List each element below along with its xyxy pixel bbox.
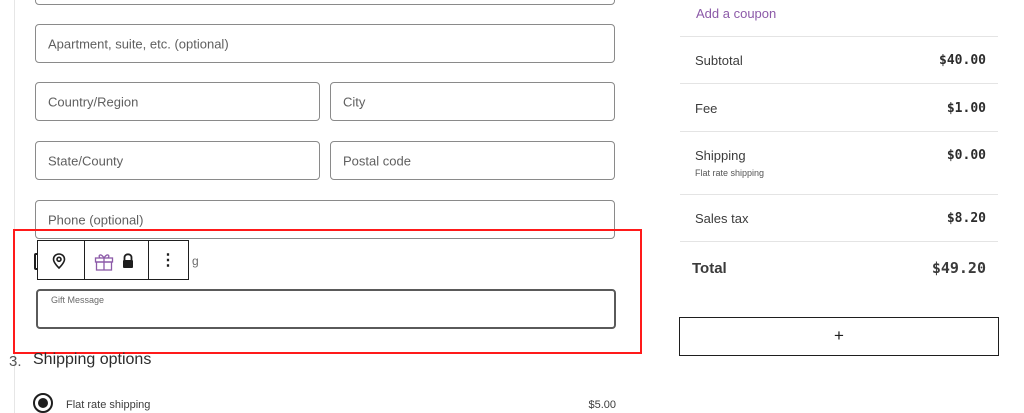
gift-checkbox-label: g [192, 254, 199, 268]
state-field[interactable]: State/County [35, 141, 320, 180]
shipping-options-heading: Shipping options [33, 351, 152, 368]
shipping-sublabel: Flat rate shipping [695, 168, 765, 178]
add-coupon-link[interactable]: Add a coupon [696, 6, 776, 21]
summary-row-subtotal: Subtotal $40.00 [680, 36, 998, 84]
state-placeholder: State/County [48, 153, 124, 168]
subtotal-label: Subtotal [695, 53, 743, 68]
sales-tax-value: $8.20 [946, 211, 986, 226]
flat-rate-radio[interactable] [33, 393, 53, 413]
flat-rate-price: $5.00 [588, 399, 616, 411]
toolbar-separator [148, 241, 149, 279]
summary-row-shipping: Shipping Flat rate shipping $0.00 [680, 131, 998, 195]
shipping-label: Shipping [695, 148, 746, 163]
city-placeholder: City [343, 94, 366, 109]
apartment-placeholder: Apartment, suite, etc. (optional) [48, 36, 229, 51]
add-block-button[interactable]: + [679, 317, 999, 356]
lock-icon[interactable] [118, 251, 138, 271]
shipping-value: $0.00 [946, 148, 986, 163]
fee-label: Fee [695, 101, 718, 116]
postal-code-placeholder: Postal code [343, 153, 411, 168]
more-options-icon[interactable]: ⋮ [156, 250, 180, 272]
subtotal-value: $40.00 [939, 53, 986, 68]
gift-message-field[interactable]: Gift Message [36, 289, 616, 329]
phone-placeholder: Phone (optional) [48, 212, 144, 228]
location-pin-icon[interactable] [48, 250, 70, 272]
block-toolbar: ⋮ [37, 240, 189, 280]
address-field[interactable] [35, 0, 615, 5]
country-field[interactable]: Country/Region [35, 82, 320, 121]
country-placeholder: Country/Region [48, 94, 139, 109]
summary-row-sales-tax: Sales tax $8.20 [680, 194, 998, 242]
city-field[interactable]: City [330, 82, 615, 121]
summary-row-total: Total $49.20 [680, 241, 998, 296]
fee-value: $1.00 [946, 101, 986, 116]
flat-rate-label: Flat rate shipping [66, 399, 151, 411]
sales-tax-label: Sales tax [695, 211, 749, 226]
radio-dot [38, 398, 48, 408]
shipping-step-number: 3. [9, 353, 22, 370]
total-label: Total [692, 260, 727, 277]
summary-row-fee: Fee $1.00 [680, 83, 998, 132]
gift-message-label: Gift Message [51, 295, 105, 305]
toolbar-separator [84, 241, 85, 279]
plus-icon: + [834, 326, 844, 345]
gift-icon[interactable] [93, 250, 115, 272]
total-value: $49.20 [931, 259, 986, 277]
apartment-field[interactable]: Apartment, suite, etc. (optional) [35, 24, 615, 63]
postal-code-field[interactable]: Postal code [330, 141, 615, 180]
